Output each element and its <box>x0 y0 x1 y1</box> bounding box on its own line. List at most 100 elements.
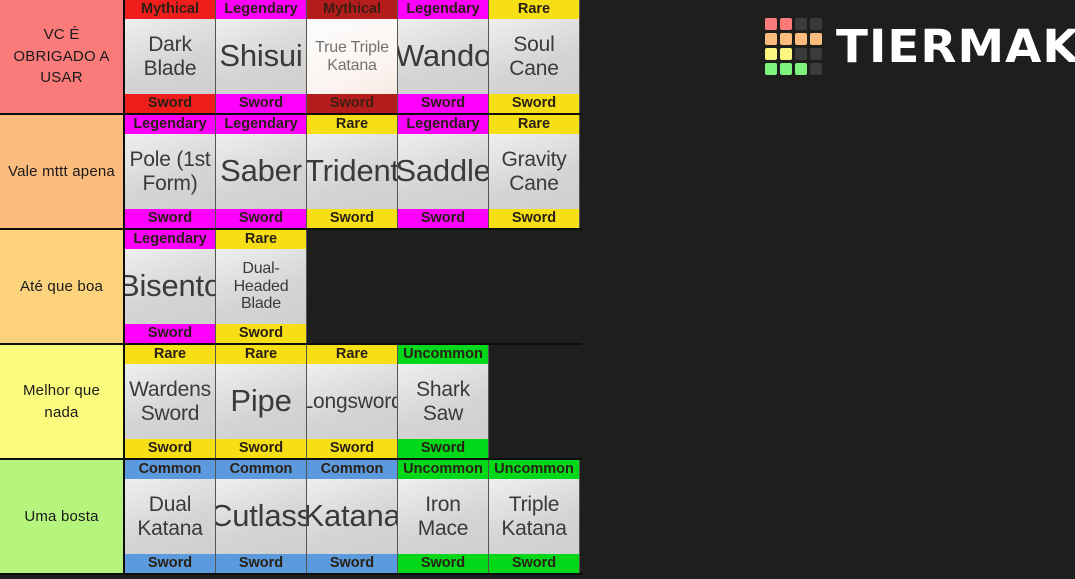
tier-item-card[interactable]: Legendary Saddle Sword <box>398 115 489 228</box>
tier-item-card[interactable]: Legendary Saber Sword <box>216 115 307 228</box>
card-type-banner: Sword <box>125 324 215 343</box>
card-type-banner: Sword <box>125 439 215 458</box>
card-type-banner: Sword <box>125 554 215 573</box>
tier-items: Legendary Pole (1st Form) Sword Legendary Sa… <box>125 115 580 228</box>
card-type-banner: Sword <box>307 209 397 228</box>
card-name: Shisui <box>219 38 303 74</box>
tier-item-card[interactable]: Rare Pipe Sword <box>216 345 307 458</box>
card-name: Saber <box>220 153 302 189</box>
tier-item-card[interactable]: Rare Longsword Sword <box>307 345 398 458</box>
tier-label[interactable]: Vale mttt apena <box>0 115 125 228</box>
card-body: Saber <box>216 134 306 209</box>
tier-row: VC É OBRIGADO A USAR Mythical Dark Blade Sw… <box>0 0 582 115</box>
card-type-banner: Sword <box>489 554 579 573</box>
card-type-banner: Sword <box>216 554 306 573</box>
card-type-banner: Sword <box>398 94 488 113</box>
card-name: Wando <box>398 38 489 74</box>
tier-item-card[interactable]: Rare Wardens Sword Sword <box>125 345 216 458</box>
tier-item-card[interactable]: Legendary Shisui Sword <box>216 0 307 113</box>
card-body: Wando <box>398 19 488 94</box>
card-rarity-banner: Legendary <box>125 230 215 249</box>
tiermaker-wordmark: TIERMAKER <box>836 20 1075 73</box>
card-type-banner: Sword <box>125 94 215 113</box>
card-type-banner: Sword <box>307 439 397 458</box>
card-body: Dual-Headed Blade <box>216 249 306 324</box>
card-body: Soul Cane <box>489 19 579 94</box>
card-rarity-banner: Rare <box>307 115 397 134</box>
card-body: Cutlass <box>216 479 306 554</box>
card-rarity-banner: Common <box>216 460 306 479</box>
card-rarity-banner: Legendary <box>398 115 488 134</box>
card-rarity-banner: Mythical <box>307 0 397 19</box>
card-name: Shark Saw <box>416 377 470 425</box>
card-body: Iron Mace <box>398 479 488 554</box>
tier-label[interactable]: Até que boa <box>0 230 125 343</box>
card-body: Shisui <box>216 19 306 94</box>
logo-cell-0-0 <box>765 18 777 30</box>
logo-cell-0-3 <box>810 18 822 30</box>
card-type-banner: Sword <box>398 209 488 228</box>
card-body: Triple Katana <box>489 479 579 554</box>
card-name: Bisento <box>125 268 216 304</box>
logo-cell-0-1 <box>780 18 792 30</box>
card-name: Katana <box>307 498 398 534</box>
card-body: Gravity Cane <box>489 134 579 209</box>
card-body: Pipe <box>216 364 306 439</box>
tier-item-card[interactable]: Mythical Dark Blade Sword <box>125 0 216 113</box>
card-body: Shark Saw <box>398 364 488 439</box>
card-rarity-banner: Legendary <box>216 115 306 134</box>
tier-item-card[interactable]: Rare Trident Sword <box>307 115 398 228</box>
tier-item-card[interactable]: Rare Soul Cane Sword <box>489 0 580 113</box>
tier-item-card[interactable]: Rare Dual-Headed Blade Sword <box>216 230 307 343</box>
card-rarity-banner: Rare <box>216 345 306 364</box>
card-body: Saddle <box>398 134 488 209</box>
card-type-banner: Sword <box>216 209 306 228</box>
card-body: Dual Katana <box>125 479 215 554</box>
card-type-banner: Sword <box>489 94 579 113</box>
card-rarity-banner: Mythical <box>125 0 215 19</box>
card-rarity-banner: Uncommon <box>398 460 488 479</box>
tier-item-card[interactable]: Common Dual Katana Sword <box>125 460 216 573</box>
tier-item-card[interactable]: Uncommon Iron Mace Sword <box>398 460 489 573</box>
card-rarity-banner: Common <box>307 460 397 479</box>
tier-label[interactable]: Melhor que nada <box>0 345 125 458</box>
tier-item-card[interactable]: Legendary Wando Sword <box>398 0 489 113</box>
tier-list-board: TIERMAKER VC É OBRIGADO A USARMythicalDa… <box>0 0 1075 579</box>
logo-cell-2-3 <box>810 48 822 60</box>
tier-item-card[interactable]: Mythical True Triple Katana Sword <box>307 0 398 113</box>
card-rarity-banner: Rare <box>216 230 306 249</box>
logo-cell-3-0 <box>765 63 777 75</box>
tiermaker-logo-grid-icon <box>765 18 822 75</box>
card-rarity-banner: Common <box>125 460 215 479</box>
card-body: True Triple Katana <box>307 19 397 94</box>
logo-cell-1-0 <box>765 33 777 45</box>
tier-item-card[interactable]: Rare Gravity Cane Sword <box>489 115 580 228</box>
tier-item-card[interactable]: Legendary Bisento Sword <box>125 230 216 343</box>
tier-item-card[interactable]: Uncommon Shark Saw Sword <box>398 345 489 458</box>
card-type-banner: Sword <box>489 209 579 228</box>
tier-item-card[interactable]: Legendary Pole (1st Form) Sword <box>125 115 216 228</box>
card-type-banner: Sword <box>307 554 397 573</box>
tier-label[interactable]: VC É OBRIGADO A USAR <box>0 0 125 113</box>
logo-cell-2-0 <box>765 48 777 60</box>
logo-cell-1-2 <box>795 33 807 45</box>
card-name: Iron Mace <box>417 492 469 540</box>
tier-item-card[interactable]: Common Katana Sword <box>307 460 398 573</box>
tier-item-card[interactable]: Uncommon Triple Katana Sword <box>489 460 580 573</box>
tier-label[interactable]: Uma bosta <box>0 460 125 573</box>
card-name: Dual Katana <box>137 492 203 540</box>
card-name: True Triple Katana <box>315 38 389 74</box>
tier-item-card[interactable]: Common Cutlass Sword <box>216 460 307 573</box>
card-name: Pipe <box>230 383 292 419</box>
card-body: Dark Blade <box>125 19 215 94</box>
tiermaker-logo: TIERMAKER <box>765 18 1075 75</box>
logo-cell-3-3 <box>810 63 822 75</box>
tier-row: Uma bostaCommonDual KatanaSwordCommonCut… <box>0 460 582 575</box>
card-body: Trident <box>307 134 397 209</box>
card-type-banner: Sword <box>216 439 306 458</box>
card-type-banner: Sword <box>216 324 306 343</box>
card-name: Longsword <box>307 389 398 413</box>
tier-row: Vale mttt apena Legendary Pole (1st Form) S… <box>0 115 582 230</box>
tier-row: Melhor que nada Rare Wardens Sword Sword Rar… <box>0 345 582 460</box>
logo-cell-0-2 <box>795 18 807 30</box>
